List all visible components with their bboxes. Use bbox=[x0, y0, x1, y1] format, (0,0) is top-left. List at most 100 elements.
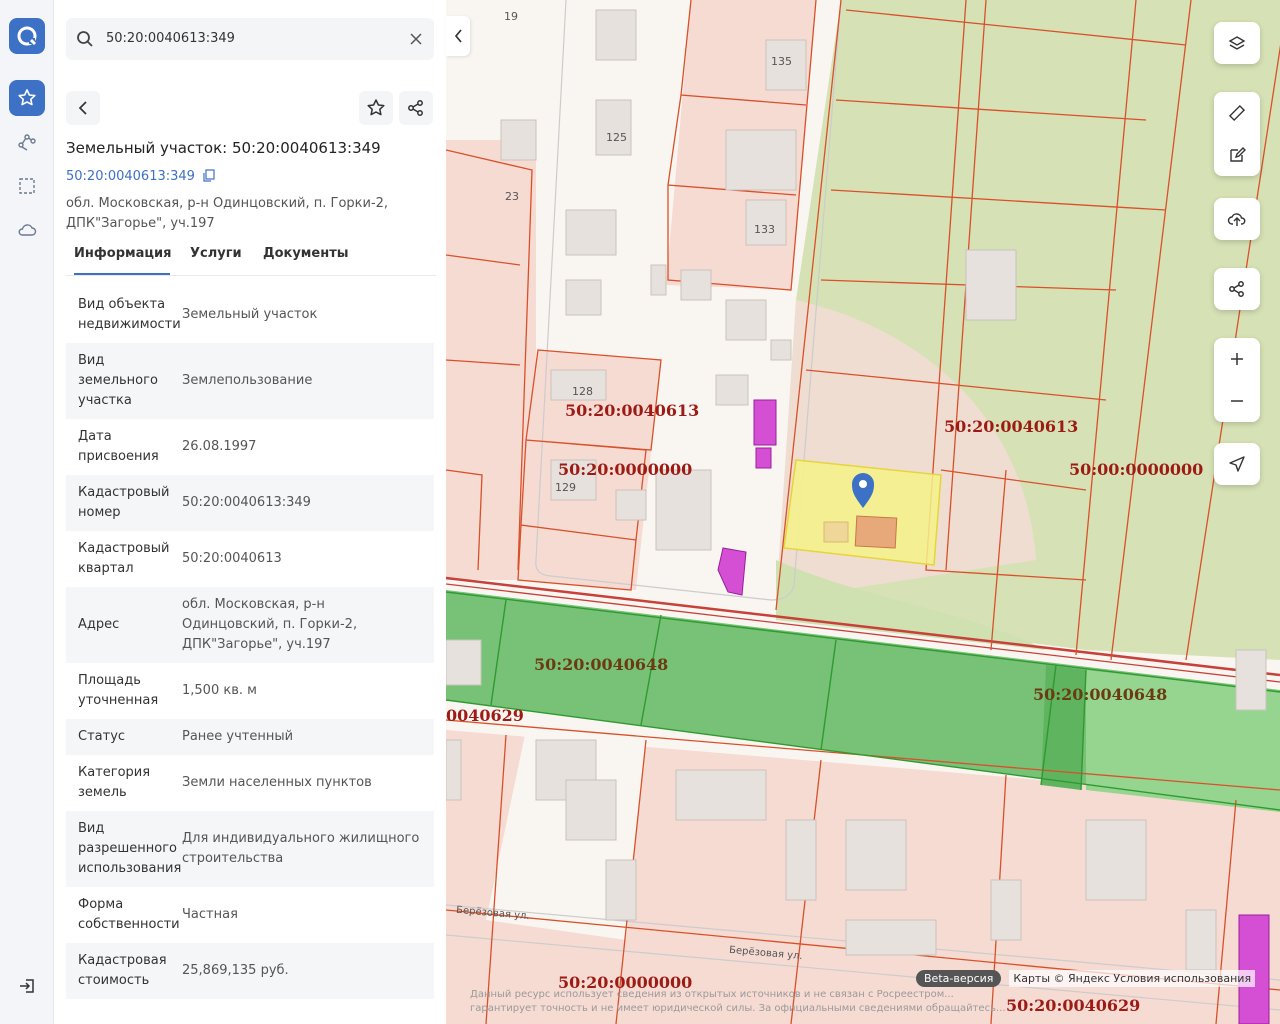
locate-button[interactable] bbox=[1214, 443, 1260, 485]
route-icon bbox=[18, 134, 36, 151]
row-value: обл. Московская, р-н Одинцовский, п. Горк… bbox=[182, 597, 358, 652]
upload-icon bbox=[1227, 213, 1246, 226]
disclaimer-text: Данный ресурс использует сведения из отк… bbox=[470, 989, 1006, 1014]
table-row: Статус Ранее учтенный bbox=[66, 719, 434, 755]
back-button[interactable] bbox=[66, 91, 100, 125]
minus-icon bbox=[1231, 400, 1243, 402]
ruler-button[interactable] bbox=[1214, 92, 1260, 134]
quarter-label: 50:20:0040648 bbox=[534, 655, 669, 674]
locate-icon bbox=[1229, 456, 1245, 472]
row-value: Земельный участок bbox=[182, 307, 318, 322]
row-value: 50:20:0040613:349 bbox=[182, 495, 311, 510]
collapse-panel-button[interactable] bbox=[446, 16, 470, 56]
row-key: Вид земельного участка bbox=[78, 353, 158, 408]
select-area-button[interactable] bbox=[9, 168, 45, 204]
table-row: Адрес обл. Московская, р-н Одинцовский, п… bbox=[66, 587, 434, 663]
attribution-links[interactable]: Карты © Яндекс Условия использования bbox=[1009, 970, 1256, 987]
table-row: Вид земельного участка Землепользование bbox=[66, 343, 434, 419]
edit-icon bbox=[1230, 147, 1246, 162]
address-line: обл. Московская, р-н Одинцовский, п. Гор… bbox=[66, 196, 389, 211]
upload-control[interactable] bbox=[1214, 198, 1260, 240]
row-value: 1,500 кв. м bbox=[182, 683, 257, 698]
layers-control[interactable] bbox=[1214, 22, 1260, 64]
row-key: Вид разрешенного использования bbox=[78, 821, 182, 876]
house-number: 129 bbox=[555, 481, 576, 494]
share-button[interactable] bbox=[399, 91, 433, 125]
row-key: Категория земель bbox=[78, 765, 151, 800]
quarter-label: 50:20:0040613 bbox=[944, 417, 1079, 436]
zoom-out-button[interactable] bbox=[1214, 380, 1260, 422]
tools-control bbox=[1214, 92, 1260, 176]
tab-documents[interactable]: Документы bbox=[263, 246, 349, 261]
house-number: 19 bbox=[504, 10, 518, 23]
row-key: Форма собственности bbox=[78, 897, 180, 932]
back-icon bbox=[78, 101, 87, 115]
map-canvas[interactable] bbox=[446, 0, 1280, 1024]
share-control[interactable] bbox=[1214, 268, 1260, 310]
select-area-icon bbox=[19, 178, 35, 194]
layers-icon bbox=[1228, 36, 1246, 50]
table-row: Вид разрешенного использования Для индивид… bbox=[66, 811, 434, 887]
house-number: 133 bbox=[754, 223, 775, 236]
logout-button[interactable] bbox=[9, 968, 45, 1004]
left-rail bbox=[0, 0, 54, 1024]
search-input[interactable]: 50:20:0040613:349 bbox=[106, 31, 235, 46]
star-icon bbox=[367, 99, 385, 116]
zoom-control bbox=[1214, 338, 1260, 422]
row-value: Для индивидуального жилищного строительст… bbox=[182, 831, 420, 866]
table-row: Форма собственности Частная bbox=[66, 887, 434, 943]
object-title: Земельный участок: 50:20:0040613:349 bbox=[66, 139, 381, 157]
info-panel: 50:20:0040613:349 Земельный участок: 50:… bbox=[54, 0, 446, 1024]
object-address: обл. Московская, р-н Одинцовский, п. Гор… bbox=[66, 194, 436, 234]
zoom-in-button[interactable] bbox=[1214, 338, 1260, 380]
row-value: Земли населенных пунктов bbox=[182, 775, 372, 790]
table-row: Кадастровый квартал 50:20:0040613 bbox=[66, 531, 434, 587]
quarter-label: 50:20:0040648 bbox=[1033, 685, 1168, 704]
tabs-divider bbox=[66, 275, 436, 276]
tab-info[interactable]: Информация bbox=[74, 246, 172, 261]
tab-services[interactable]: Услуги bbox=[190, 246, 242, 261]
table-row: Дата присвоения 26.08.1997 bbox=[66, 419, 434, 475]
cloud-button[interactable] bbox=[9, 212, 45, 248]
locate-control[interactable] bbox=[1214, 443, 1260, 485]
table-row: Площадь уточненная 1,500 кв. м bbox=[66, 663, 434, 719]
info-table: Вид объекта недвижимости Земельный участо… bbox=[66, 287, 434, 999]
house-number: 23 bbox=[505, 190, 519, 203]
copy-icon[interactable] bbox=[203, 169, 215, 182]
table-row: Вид объекта недвижимости Земельный участо… bbox=[66, 287, 434, 343]
row-value: 26.08.1997 bbox=[182, 439, 257, 454]
layers-button[interactable] bbox=[1214, 22, 1260, 64]
chevron-left-icon bbox=[454, 29, 462, 43]
row-value: Ранее учтенный bbox=[182, 729, 294, 744]
star-icon bbox=[18, 89, 36, 106]
tabs: Информация Услуги Документы bbox=[66, 240, 436, 276]
upload-button[interactable] bbox=[1214, 198, 1260, 240]
route-button[interactable] bbox=[9, 124, 45, 160]
logo-icon[interactable] bbox=[9, 18, 45, 54]
cadastral-map[interactable]: 19 135 125 23 133 128 129 50:20:0040613 … bbox=[446, 0, 1280, 1024]
row-key: Адрес bbox=[78, 617, 120, 632]
close-icon[interactable] bbox=[410, 33, 422, 45]
search-icon bbox=[77, 31, 93, 47]
row-value: 25,869,135 руб. bbox=[182, 963, 289, 978]
table-row: Кадастровый номер 50:20:0040613:349 bbox=[66, 475, 434, 531]
favorites-button[interactable] bbox=[9, 80, 45, 116]
cadastral-number-link[interactable]: 50:20:0040613:349 bbox=[66, 169, 215, 184]
house-number: 128 bbox=[572, 385, 593, 398]
cadastral-number-text[interactable]: 50:20:0040613:349 bbox=[66, 169, 195, 184]
active-tab-indicator bbox=[74, 273, 170, 275]
table-row: Категория земель Земли населенных пунктов bbox=[66, 755, 434, 811]
cloud-icon bbox=[18, 224, 37, 236]
house-number: 135 bbox=[771, 55, 792, 68]
quarter-label: 0040629 bbox=[446, 706, 524, 725]
favorite-button[interactable] bbox=[359, 91, 393, 125]
search-box[interactable]: 50:20:0040613:349 bbox=[66, 18, 434, 60]
share-icon bbox=[408, 100, 423, 116]
address-line: ДПК"Загорье", уч.197 bbox=[66, 216, 215, 231]
map-share-button[interactable] bbox=[1214, 268, 1260, 310]
table-row: Кадастровая стоимость 25,869,135 руб. bbox=[66, 943, 434, 999]
row-key: Кадастровая стоимость bbox=[78, 953, 167, 988]
quarter-label: 50:20:0040613 bbox=[565, 401, 700, 420]
edit-button[interactable] bbox=[1214, 134, 1260, 176]
beta-badge: Beta-версия bbox=[916, 970, 1002, 987]
